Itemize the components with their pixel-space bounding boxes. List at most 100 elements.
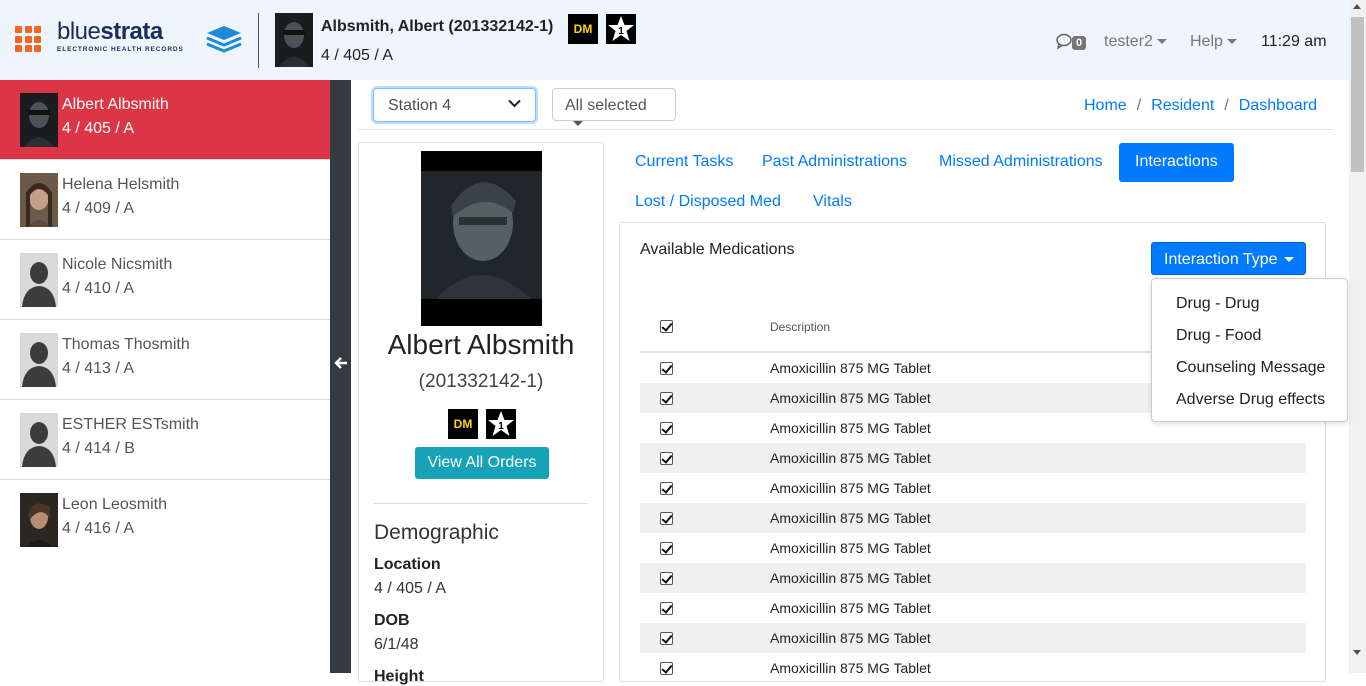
field-value-location: 4 / 405 / A (374, 580, 447, 597)
current-time: 11:29 am (1261, 33, 1327, 50)
select-all-checkbox[interactable] (660, 320, 673, 333)
medication-description: Amoxicillin 875 MG Tablet (770, 510, 931, 526)
chevron-down-icon (573, 121, 583, 127)
tab-vitals[interactable]: Vitals (797, 183, 868, 221)
breadcrumb-dashboard[interactable]: Dashboard (1239, 97, 1317, 114)
table-row[interactable]: Amoxicillin 875 MG Tablet (640, 593, 1306, 623)
page-scrollbar[interactable] (1349, 0, 1366, 673)
default-avatar-icon (20, 333, 58, 387)
resident-item-albert[interactable]: Albert Albsmith 4 / 405 / A (0, 80, 330, 160)
table-row[interactable]: Amoxicillin 875 MG Tablet (640, 623, 1306, 653)
row-checkbox[interactable] (660, 632, 673, 645)
station-select[interactable]: Station 4 (373, 88, 536, 122)
breadcrumb: Home / Resident / Dashboard (1084, 97, 1317, 115)
default-avatar-icon (20, 413, 58, 467)
layers-icon (206, 26, 242, 53)
resident-avatar (20, 93, 58, 147)
table-row[interactable]: Amoxicillin 875 MG Tablet (640, 503, 1306, 533)
table-row[interactable]: Amoxicillin 875 MG Tablet (640, 443, 1306, 473)
field-label-location: Location (374, 556, 441, 573)
default-avatar-icon (20, 253, 58, 307)
medication-description: Amoxicillin 875 MG Tablet (770, 360, 931, 376)
profile-id: (201332142-1) (418, 371, 544, 392)
medications-title: Available Medications (640, 241, 795, 258)
breadcrumb-resident[interactable]: Resident (1151, 97, 1214, 114)
menu-item-adverse-drug-effects[interactable]: Adverse Drug effects (1176, 391, 1325, 409)
interaction-type-label: Interaction Type (1164, 251, 1278, 268)
table-row[interactable]: Amoxicillin 875 MG Tablet (640, 473, 1306, 503)
resident-name: Albert Albsmith (62, 96, 169, 113)
resident-item-helena[interactable]: Helena Helsmith 4 / 409 / A (0, 160, 330, 240)
row-checkbox[interactable] (660, 362, 673, 375)
menu-item-drug-food[interactable]: Drug - Food (1176, 327, 1261, 345)
medication-description: Amoxicillin 875 MG Tablet (770, 660, 931, 676)
breadcrumb-separator: / (1224, 97, 1229, 114)
resident-location: 4 / 410 / A (62, 280, 135, 297)
menu-item-counseling-message[interactable]: Counseling Message (1176, 359, 1325, 377)
field-label-dob: DOB (374, 612, 410, 629)
row-checkbox[interactable] (660, 602, 673, 615)
row-checkbox[interactable] (660, 662, 673, 675)
demographic-title: Demographic (374, 521, 499, 544)
medication-description: Amoxicillin 875 MG Tablet (770, 600, 931, 616)
patient-avatar (275, 13, 313, 67)
resident-avatar (20, 173, 58, 227)
station-select-value: Station 4 (388, 97, 452, 114)
tab-missed-administrations[interactable]: Missed Administrations (923, 143, 1119, 181)
sidebar-collapse-bar[interactable] (330, 80, 351, 673)
resident-name: Nicole Nicsmith (62, 256, 173, 273)
medication-description: Amoxicillin 875 MG Tablet (770, 630, 931, 646)
tab-current-tasks[interactable]: Current Tasks (619, 143, 749, 181)
user-name: tester2 (1104, 33, 1153, 50)
star-badge-number: 1 (618, 26, 624, 37)
profile-name: Albert Albsmith (387, 329, 575, 360)
resident-item-leon[interactable]: Leon Leosmith 4 / 416 / A (0, 480, 330, 560)
resident-location: 4 / 416 / A (62, 520, 135, 537)
resident-item-thomas[interactable]: Thomas Thosmith 4 / 413 / A (0, 320, 330, 400)
row-checkbox[interactable] (660, 542, 673, 555)
tab-interactions[interactable]: Interactions (1119, 143, 1234, 182)
bluestrata-logo[interactable]: bluestrata ELECTRONIC HEALTH RECORDS (57, 18, 247, 56)
help-menu[interactable]: Help (1190, 33, 1237, 51)
header-divider (258, 13, 259, 68)
tab-lost-disposed-med[interactable]: Lost / Disposed Med (619, 183, 797, 221)
row-checkbox[interactable] (660, 422, 673, 435)
logo-text-bold: strata (100, 18, 163, 45)
row-checkbox[interactable] (660, 572, 673, 585)
chevron-down-icon (1226, 39, 1237, 45)
patient-location: 4 / 405 / A (321, 47, 394, 64)
scrollbar-thumb[interactable] (1351, 17, 1364, 172)
selection-filter-value: All selected (565, 97, 647, 114)
top-bar: bluestrata ELECTRONIC HEALTH RECORDS Alb… (0, 0, 1349, 80)
row-checkbox[interactable] (660, 452, 673, 465)
interaction-type-menu: Drug - Drug Drug - Food Counseling Messa… (1151, 278, 1348, 422)
table-row[interactable]: Amoxicillin 875 MG Tablet (640, 533, 1306, 563)
apps-grid-icon[interactable] (15, 26, 41, 52)
row-checkbox[interactable] (660, 392, 673, 405)
tab-past-administrations[interactable]: Past Administrations (746, 143, 923, 181)
breadcrumb-home[interactable]: Home (1084, 97, 1127, 114)
arrow-left-icon[interactable] (333, 355, 349, 371)
user-menu[interactable]: tester2 (1104, 33, 1167, 51)
resident-name: Thomas Thosmith (62, 336, 190, 353)
row-checkbox[interactable] (660, 512, 673, 525)
logo-text-light: blue (57, 18, 101, 45)
resident-item-esther[interactable]: ESTHER ESTsmith 4 / 414 / B (0, 400, 330, 480)
row-checkbox[interactable] (660, 482, 673, 495)
breadcrumb-separator: / (1136, 97, 1142, 114)
table-row[interactable]: Amoxicillin 875 MG Tablet (640, 563, 1306, 593)
star-badge-icon: 1 (486, 409, 516, 439)
menu-item-drug-drug[interactable]: Drug - Drug (1176, 295, 1260, 313)
resident-item-nicole[interactable]: Nicole Nicsmith 4 / 410 / A (0, 240, 330, 320)
resident-name: Helena Helsmith (62, 176, 180, 193)
message-count-badge: 0 (1072, 36, 1087, 50)
resident-name: ESTHER ESTsmith (62, 416, 199, 433)
chevron-down-icon (1283, 257, 1294, 263)
table-row[interactable]: Amoxicillin 875 MG Tablet (640, 653, 1306, 683)
interaction-type-button[interactable]: Interaction Type (1151, 242, 1306, 275)
scroll-up-arrow-icon[interactable] (1353, 4, 1361, 9)
scroll-down-arrow-icon[interactable] (1353, 650, 1361, 655)
selection-filter-dropdown[interactable]: All selected (552, 88, 676, 127)
dm-badge: DM (448, 409, 478, 439)
view-all-orders-button[interactable]: View All Orders (415, 447, 549, 479)
